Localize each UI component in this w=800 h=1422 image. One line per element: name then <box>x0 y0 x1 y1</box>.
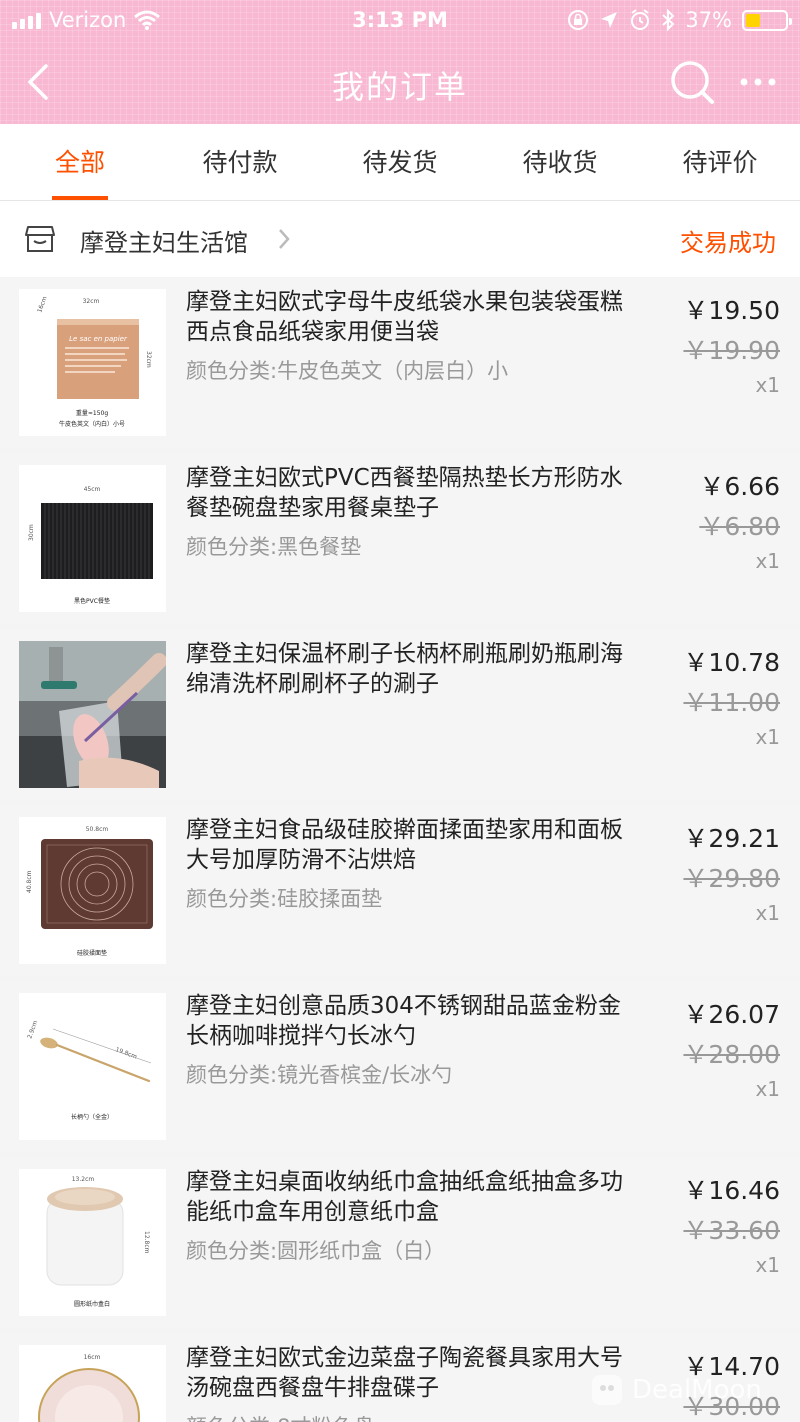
original-price: ￥28.00 <box>683 1040 780 1069</box>
watermark: DealMoon <box>590 1370 790 1410</box>
location-icon <box>601 12 618 28</box>
product-title[interactable]: 摩登主妇创意品质304不锈钢甜品蓝金粉金长柄咖啡搅拌勺长冰勺 <box>186 991 626 1051</box>
svg-text:32cm: 32cm <box>83 298 100 305</box>
svg-text:重量≈150g: 重量≈150g <box>76 409 108 417</box>
order-item[interactable]: 50.8cm 40.8cm 硅胶揉面垫 摩登主妇食品级硅胶擀面揉面垫家用和面板大… <box>0 805 800 975</box>
orientation-lock-icon <box>568 10 589 30</box>
product-title[interactable]: 摩登主妇食品级硅胶擀面揉面垫家用和面板大号加厚防滑不沾烘焙 <box>186 815 626 875</box>
more-icon[interactable] <box>738 62 778 102</box>
tab-pending-shipment[interactable]: 待发货 <box>320 124 480 200</box>
product-sku: 颜色分类:8寸粉色盘 <box>186 1411 626 1422</box>
order-item[interactable]: 2.9cm 19.8cm 长柄勺（全金） 摩登主妇创意品质304不锈钢甜品蓝金粉… <box>0 981 800 1151</box>
order-tabs: 全部 待付款 待发货 待收货 待评价 <box>0 124 800 201</box>
original-price: ￥11.00 <box>683 688 780 717</box>
svg-text:45cm: 45cm <box>84 486 101 493</box>
product-price: ￥29.21 <box>683 824 780 853</box>
store-icon <box>25 226 55 252</box>
shop-header[interactable]: 摩登主妇生活馆 交易成功 <box>0 201 800 277</box>
product-sku: 颜色分类:硅胶揉面垫 <box>186 887 383 911</box>
battery-level <box>746 13 761 27</box>
original-price: ￥6.80 <box>699 512 780 541</box>
svg-text:50.8cm: 50.8cm <box>86 826 109 833</box>
header: Verizon 3:13 PM 37% 我的订单 <box>0 0 800 124</box>
svg-text:30cm: 30cm <box>28 524 35 541</box>
svg-text:长柄勺（全金）: 长柄勺（全金） <box>71 1113 113 1121</box>
search-icon[interactable] <box>668 58 716 106</box>
tab-pending-review[interactable]: 待评价 <box>640 124 800 200</box>
product-price: ￥16.46 <box>683 1176 780 1205</box>
product-sku: 颜色分类:圆形纸巾盒（白） <box>186 1239 446 1263</box>
product-price: ￥19.50 <box>683 296 780 325</box>
product-image: 13.2cm 12.8cm 圆形纸巾盒白 <box>19 1169 166 1316</box>
chevron-right-icon <box>279 229 290 249</box>
product-image <box>19 641 166 788</box>
quantity: x1 <box>755 549 780 573</box>
product-image: 50.8cm 40.8cm 硅胶揉面垫 <box>19 817 166 964</box>
quantity: x1 <box>755 373 780 397</box>
order-item[interactable]: 摩登主妇保温杯刷子长柄杯刷瓶刷奶瓶刷海绵清洗杯刷刷杯子的涮子 ￥10.78 ￥1… <box>0 629 800 799</box>
shop-name[interactable]: 摩登主妇生活馆 <box>80 223 248 258</box>
tab-pending-receipt[interactable]: 待收货 <box>480 124 640 200</box>
product-sku: 颜色分类:牛皮色英文（内层白）小 <box>186 359 509 383</box>
watermark-text: DealMoon <box>632 1375 762 1405</box>
svg-text:圆形纸巾盒白: 圆形纸巾盒白 <box>74 1300 110 1308</box>
battery-percent: 37% <box>685 8 732 32</box>
order-item[interactable]: 32cm 16cm 32cm Le sac en papier 重量≈150g … <box>0 277 800 447</box>
product-image: 45cm 30cm 黑色PVC餐垫 <box>19 465 166 612</box>
quantity: x1 <box>755 1253 780 1277</box>
product-title[interactable]: 摩登主妇桌面收纳纸巾盒抽纸盒纸抽盒多功能纸巾盒车用创意纸巾盒 <box>186 1167 626 1227</box>
original-price: ￥29.80 <box>683 864 780 893</box>
product-title[interactable]: 摩登主妇欧式字母牛皮纸袋水果包装袋蛋糕西点食品纸袋家用便当袋 <box>186 287 626 347</box>
order-item[interactable]: 13.2cm 12.8cm 圆形纸巾盒白 摩登主妇桌面收纳纸巾盒抽纸盒纸抽盒多功… <box>0 1157 800 1327</box>
product-title[interactable]: 摩登主妇欧式PVC西餐垫隔热垫长方形防水餐垫碗盘垫家用餐桌垫子 <box>186 463 626 523</box>
original-price: ￥33.60 <box>683 1216 780 1245</box>
svg-text:硅胶揉面垫: 硅胶揉面垫 <box>77 949 107 957</box>
product-sku: 颜色分类:黑色餐垫 <box>186 535 362 559</box>
svg-text:牛皮色英文（内白）小号: 牛皮色英文（内白）小号 <box>59 420 125 428</box>
battery-icon <box>742 9 792 31</box>
tab-all[interactable]: 全部 <box>0 124 160 200</box>
product-image: 2.9cm 19.8cm 长柄勺（全金） <box>19 993 166 1140</box>
nav-bar: 我的订单 <box>0 40 800 124</box>
alarm-icon <box>631 9 650 30</box>
svg-text:16cm: 16cm <box>84 1354 101 1361</box>
svg-text:12.8cm: 12.8cm <box>143 1231 150 1254</box>
quantity: x1 <box>755 901 780 925</box>
quantity: x1 <box>755 1077 780 1101</box>
svg-text:40.8cm: 40.8cm <box>26 870 33 893</box>
order-status: 交易成功 <box>680 229 776 257</box>
svg-text:32cm: 32cm <box>145 351 152 368</box>
product-title[interactable]: 摩登主妇欧式金边菜盘子陶瓷餐具家用大号汤碗盘西餐盘牛排盘碟子 <box>186 1343 626 1403</box>
svg-text:Le sac en papier: Le sac en papier <box>69 335 128 343</box>
quantity: x1 <box>755 725 780 749</box>
dealmoon-logo-icon <box>592 1375 622 1405</box>
order-item[interactable]: 45cm 30cm 黑色PVC餐垫 摩登主妇欧式PVC西餐垫隔热垫长方形防水餐垫… <box>0 453 800 623</box>
svg-text:13.2cm: 13.2cm <box>72 1176 95 1183</box>
product-sku: 颜色分类:镜光香槟金/长冰勺 <box>186 1063 453 1087</box>
product-price: ￥6.66 <box>699 472 780 501</box>
product-price: ￥10.78 <box>683 648 780 677</box>
product-image: 16cm <box>19 1345 166 1422</box>
original-price: ￥19.90 <box>683 336 780 365</box>
product-title[interactable]: 摩登主妇保温杯刷子长柄杯刷瓶刷奶瓶刷海绵清洗杯刷刷杯子的涮子 <box>186 639 626 699</box>
tab-pending-payment[interactable]: 待付款 <box>160 124 320 200</box>
svg-text:黑色PVC餐垫: 黑色PVC餐垫 <box>74 597 110 605</box>
product-image: 32cm 16cm 32cm Le sac en papier 重量≈150g … <box>19 289 166 436</box>
status-bar: Verizon 3:13 PM 37% <box>0 0 800 40</box>
bluetooth-icon <box>662 9 675 31</box>
product-price: ￥26.07 <box>683 1000 780 1029</box>
